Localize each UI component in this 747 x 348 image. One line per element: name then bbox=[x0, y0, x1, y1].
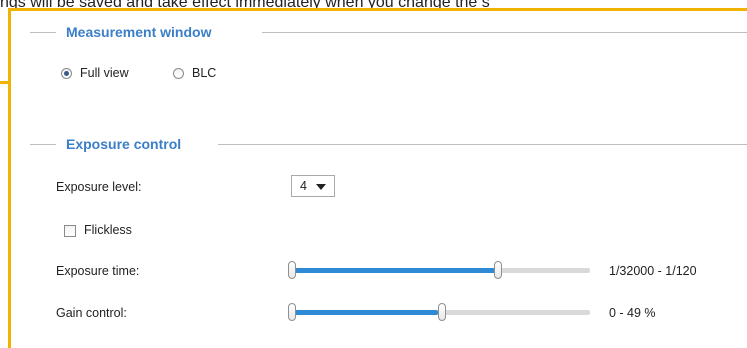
gain-control-slider-min-thumb[interactable] bbox=[288, 303, 296, 321]
flickless-label: Flickless bbox=[84, 223, 132, 237]
blc-radio[interactable] bbox=[173, 68, 184, 79]
exposure-control-title: Exposure control bbox=[66, 136, 182, 152]
section-rule-right bbox=[218, 144, 747, 145]
exposure-time-slider-fill bbox=[292, 268, 498, 273]
exposure-time-label: Exposure time: bbox=[56, 264, 140, 278]
exposure-level-label: Exposure level: bbox=[56, 180, 142, 194]
exposure-time-range: 1/32000 - 1/120 bbox=[609, 264, 697, 278]
section-rule-right bbox=[262, 32, 747, 33]
section-rule-left bbox=[30, 144, 56, 145]
flickless-checkbox[interactable] bbox=[64, 225, 76, 237]
exposure-level-select[interactable]: 4 bbox=[291, 175, 335, 197]
gain-control-range: 0 - 49 % bbox=[609, 306, 656, 320]
gain-control-slider-max-thumb[interactable] bbox=[438, 303, 446, 321]
gain-control-slider-fill bbox=[292, 310, 438, 315]
chevron-down-icon bbox=[316, 184, 326, 190]
exposure-time-slider-max-thumb[interactable] bbox=[494, 261, 502, 279]
section-rule-left bbox=[30, 32, 56, 33]
measurement-window-title: Measurement window bbox=[66, 24, 212, 40]
exposure-level-value: 4 bbox=[300, 179, 307, 193]
settings-panel bbox=[8, 8, 747, 348]
full-view-radio[interactable] bbox=[61, 68, 72, 79]
gain-control-label: Gain control: bbox=[56, 306, 127, 320]
full-view-label: Full view bbox=[80, 66, 129, 80]
exposure-time-slider-min-thumb[interactable] bbox=[288, 261, 296, 279]
blc-label: BLC bbox=[192, 66, 217, 80]
panel-accent-stub bbox=[0, 81, 8, 84]
